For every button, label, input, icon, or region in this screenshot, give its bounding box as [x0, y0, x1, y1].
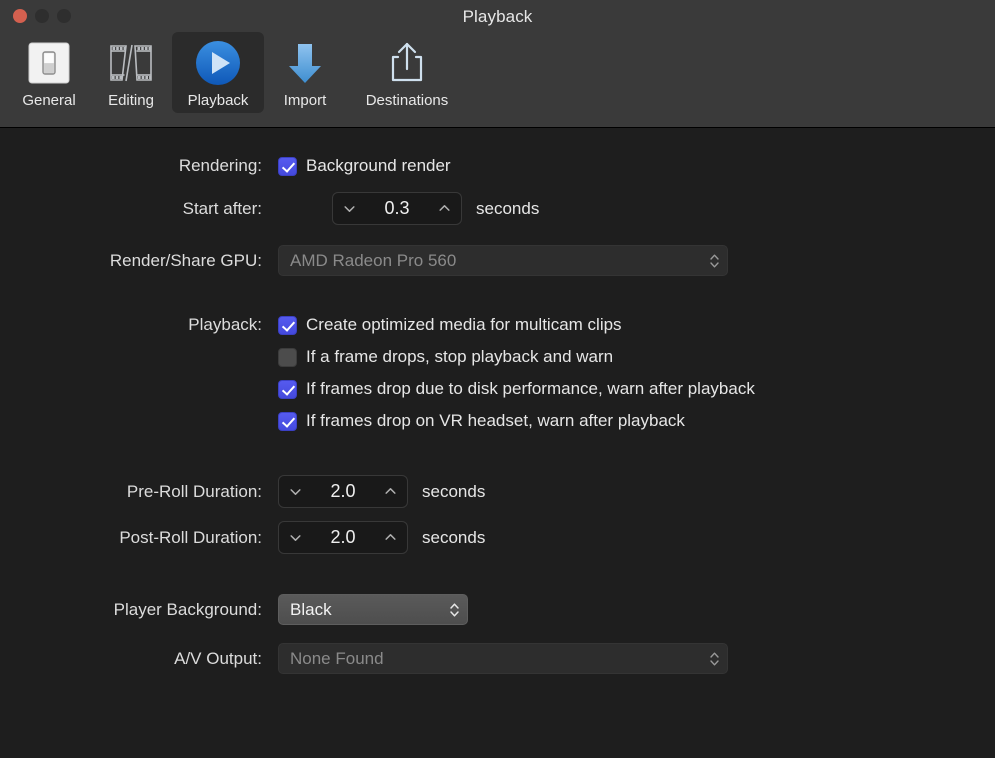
- gpu-label: Render/Share GPU:: [30, 251, 278, 271]
- start-after-label: Start after:: [30, 199, 278, 219]
- start-after-row: Start after: 0.3 seconds: [30, 192, 539, 225]
- tab-destinations-label: Destinations: [366, 92, 449, 109]
- pre-roll-row: Pre-Roll Duration: 2.0 seconds: [30, 475, 485, 508]
- playback-option-0[interactable]: Create optimized media for multicam clip…: [278, 315, 622, 335]
- chevron-down-icon[interactable]: [289, 485, 302, 498]
- pre-roll-stepper[interactable]: 2.0: [278, 475, 408, 508]
- disk-performance-warn-checkbox[interactable]: [278, 380, 297, 399]
- filmstrip-cut-icon: [106, 38, 156, 88]
- vr-headset-warn-checkbox[interactable]: [278, 412, 297, 431]
- av-output-label: A/V Output:: [30, 649, 278, 669]
- frame-drop-stop-checkbox[interactable]: [278, 348, 297, 367]
- post-roll-unit: seconds: [422, 528, 485, 548]
- updown-chevron-icon: [708, 251, 721, 271]
- updown-chevron-icon: [708, 649, 721, 669]
- playback-option-2[interactable]: If frames drop due to disk performance, …: [278, 379, 755, 399]
- gpu-popup-button[interactable]: AMD Radeon Pro 560: [278, 245, 728, 276]
- av-output-popup-button[interactable]: None Found: [278, 643, 728, 674]
- av-output-row: A/V Output: None Found: [30, 643, 728, 674]
- titlebar: Playback General: [0, 0, 995, 128]
- playback-option-1[interactable]: If a frame drops, stop playback and warn: [278, 347, 613, 367]
- post-roll-row: Post-Roll Duration: 2.0 seconds: [30, 521, 485, 554]
- frame-drop-stop-label: If a frame drops, stop playback and warn: [306, 347, 613, 367]
- start-after-stepper[interactable]: 0.3: [332, 192, 462, 225]
- rendering-label: Rendering:: [30, 156, 278, 176]
- rendering-row: Rendering: Background render: [30, 156, 451, 176]
- toolbar-tabs: General: [8, 32, 468, 113]
- post-roll-value: 2.0: [302, 527, 384, 548]
- playback-option-3[interactable]: If frames drop on VR headset, warn after…: [278, 411, 685, 431]
- chevron-up-icon[interactable]: [384, 485, 397, 498]
- optimized-media-checkbox[interactable]: [278, 316, 297, 335]
- chevron-up-icon[interactable]: [438, 202, 451, 215]
- player-background-popup-button[interactable]: Black: [278, 594, 468, 625]
- pre-roll-unit: seconds: [422, 482, 485, 502]
- tab-import-label: Import: [284, 92, 327, 109]
- chevron-up-icon[interactable]: [384, 531, 397, 544]
- tab-playback[interactable]: Playback: [172, 32, 264, 113]
- start-after-unit: seconds: [476, 199, 539, 219]
- chevron-down-icon[interactable]: [343, 202, 356, 215]
- tab-general[interactable]: General: [8, 32, 90, 113]
- player-background-row: Player Background: Black: [30, 594, 468, 625]
- updown-chevron-icon: [448, 600, 461, 620]
- tab-destinations[interactable]: Destinations: [346, 32, 468, 113]
- background-render-checkbox[interactable]: [278, 157, 297, 176]
- download-arrow-icon: [280, 38, 330, 88]
- preferences-content: Rendering: Background render Start after…: [0, 128, 995, 758]
- chevron-down-icon[interactable]: [289, 531, 302, 544]
- window-title: Playback: [0, 7, 995, 27]
- toggle-switch-icon: [26, 38, 72, 88]
- playback-row-2: If frames drop due to disk performance, …: [278, 379, 755, 399]
- playback-row-0: Playback: Create optimized media for mul…: [30, 315, 622, 335]
- vr-headset-warn-label: If frames drop on VR headset, warn after…: [306, 411, 685, 431]
- playback-row-1: If a frame drops, stop playback and warn: [278, 347, 613, 367]
- tab-editing-label: Editing: [108, 92, 154, 109]
- play-circle-icon: [193, 38, 243, 88]
- tab-playback-label: Playback: [188, 92, 249, 109]
- tab-general-label: General: [22, 92, 75, 109]
- playback-row-3: If frames drop on VR headset, warn after…: [278, 411, 685, 431]
- pre-roll-label: Pre-Roll Duration:: [30, 482, 278, 502]
- preferences-window: Playback General: [0, 0, 995, 758]
- gpu-value: AMD Radeon Pro 560: [290, 251, 700, 271]
- tab-editing[interactable]: Editing: [90, 32, 172, 113]
- player-background-value: Black: [290, 600, 440, 620]
- background-render-checkbox-row[interactable]: Background render: [278, 156, 451, 176]
- start-after-value: 0.3: [356, 198, 438, 219]
- tab-import[interactable]: Import: [264, 32, 346, 113]
- optimized-media-label: Create optimized media for multicam clip…: [306, 315, 622, 335]
- av-output-value: None Found: [290, 649, 700, 669]
- gpu-row: Render/Share GPU: AMD Radeon Pro 560: [30, 245, 728, 276]
- playback-label: Playback:: [30, 315, 278, 335]
- player-background-label: Player Background:: [30, 600, 278, 620]
- share-box-icon: [382, 38, 432, 88]
- post-roll-stepper[interactable]: 2.0: [278, 521, 408, 554]
- pre-roll-value: 2.0: [302, 481, 384, 502]
- post-roll-label: Post-Roll Duration:: [30, 528, 278, 548]
- background-render-label: Background render: [306, 156, 451, 176]
- disk-performance-warn-label: If frames drop due to disk performance, …: [306, 379, 755, 399]
